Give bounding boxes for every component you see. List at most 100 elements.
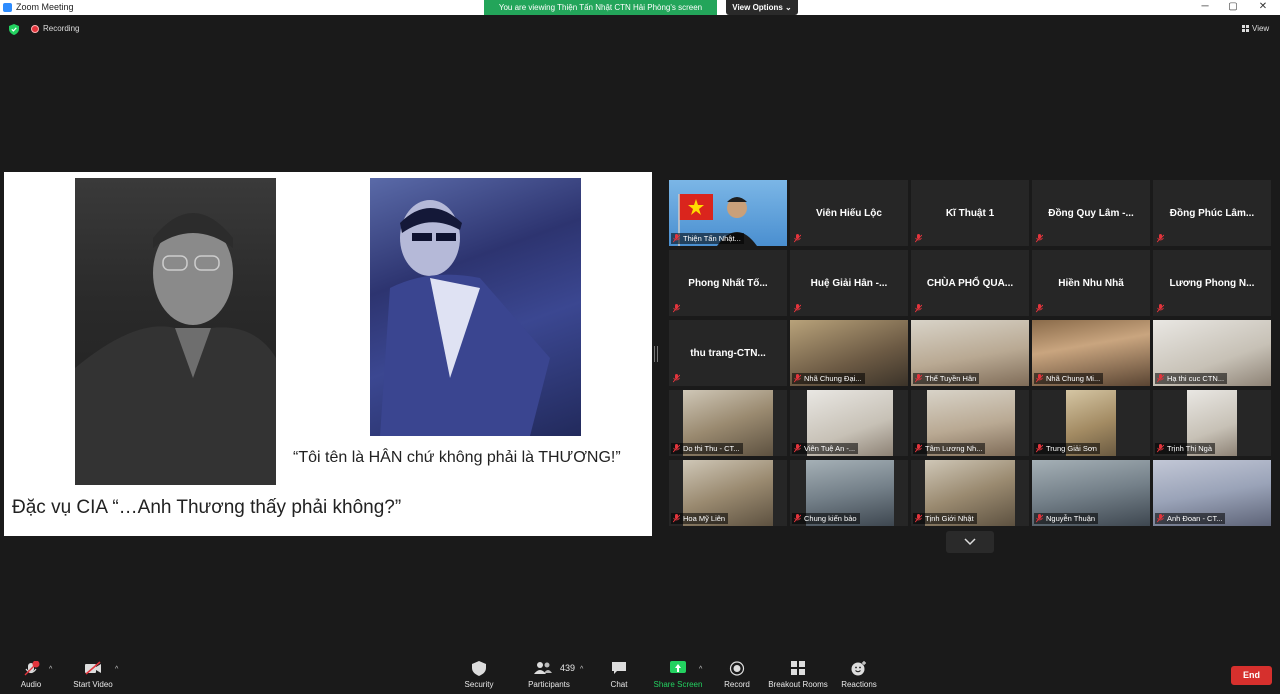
portrait-photo-man-seated <box>370 178 581 436</box>
participant-tile[interactable]: Hoa Mỹ Liên <box>669 460 787 526</box>
minimize-icon[interactable]: ─ <box>1198 1 1212 12</box>
breakout-rooms-button[interactable]: Breakout Rooms <box>766 654 830 694</box>
participant-tile[interactable]: Trung Giải Sơn <box>1032 390 1150 456</box>
microphone-muted-icon <box>1036 374 1043 383</box>
reactions-label: Reactions <box>841 680 877 689</box>
title-bar: Zoom Meeting You are viewing Thiện Tấn N… <box>0 0 1280 15</box>
microphone-muted-icon <box>794 514 801 523</box>
caption-left: Đặc vụ CIA “…Anh Thương thấy phải không?… <box>12 497 402 518</box>
participant-name: Viên Hiếu Lộc <box>816 208 882 219</box>
maximize-icon[interactable]: ▢ <box>1226 1 1240 12</box>
participant-tile[interactable]: Lương Phong N... <box>1153 250 1271 316</box>
share-screen-icon <box>670 661 686 673</box>
recording-label[interactable]: Recording <box>43 24 79 33</box>
participant-tile[interactable]: Nguyễn Thuận <box>1032 460 1150 526</box>
security-button[interactable]: Security <box>460 654 498 694</box>
participant-tile[interactable]: CHÙA PHỔ QUA... <box>911 250 1029 316</box>
participant-tile[interactable]: Tâm Lương Nh... <box>911 390 1029 456</box>
microphone-muted-icon <box>915 234 922 243</box>
next-page-button[interactable] <box>946 531 994 553</box>
microphone-muted-icon <box>794 304 801 313</box>
participants-icon <box>534 662 552 674</box>
participant-tile[interactable]: Viên Hiếu Lộc <box>790 180 908 246</box>
participant-tile[interactable]: Nhã Chung Mi... <box>1032 320 1150 386</box>
microphone-muted-icon <box>1157 514 1164 523</box>
microphone-muted-icon <box>1157 234 1164 243</box>
participant-tile[interactable]: Kĩ Thuật 1 <box>911 180 1029 246</box>
portrait-photo-cia-agent <box>75 178 276 485</box>
microphone-muted-icon <box>794 374 801 383</box>
participant-tile[interactable]: Thể Tuyền Hân <box>911 320 1029 386</box>
microphone-muted-icon <box>794 234 801 243</box>
shared-screen: “Tôi tên là HÂN chứ không phải là THƯƠNG… <box>4 172 652 536</box>
recording-icon <box>31 25 39 33</box>
microphone-muted-icon <box>673 444 680 453</box>
participant-tile[interactable]: Viên Tuệ An -... <box>790 390 908 456</box>
reactions-button[interactable]: Reactions <box>840 654 878 694</box>
close-icon[interactable]: ✕ <box>1256 1 1270 12</box>
participant-tile[interactable]: Hiền Nhu Nhã <box>1032 250 1150 316</box>
participant-name: Trung Giải Sơn <box>1034 443 1100 454</box>
participant-tile[interactable]: Đồng Phúc Lâm... <box>1153 180 1271 246</box>
microphone-muted-icon <box>1036 304 1043 313</box>
participant-name: Đồng Phúc Lâm... <box>1169 208 1255 219</box>
participant-name: Viên Tuệ An -... <box>792 443 859 454</box>
participant-tile[interactable]: Nhã Chung Đại... <box>790 320 908 386</box>
participant-tile[interactable]: Phong Nhất Tố... <box>669 250 787 316</box>
participant-tile[interactable]: Huệ Giải Hân -... <box>790 250 908 316</box>
participant-name: Do thi Thu - CT... <box>671 443 743 454</box>
window-title: Zoom Meeting <box>16 2 74 12</box>
participant-tile[interactable]: thu trang-CTN... <box>669 320 787 386</box>
microphone-muted-icon <box>1036 444 1043 453</box>
microphone-muted-icon <box>1157 304 1164 313</box>
participant-name: Anh Đoan - CT... <box>1155 513 1226 524</box>
participants-options-caret-icon[interactable]: ^ <box>580 666 583 673</box>
audio-label: Audio <box>20 680 42 689</box>
participant-name: Huệ Giải Hân -... <box>810 278 888 289</box>
end-meeting-button[interactable]: End <box>1231 666 1272 685</box>
microphone-muted-icon <box>915 304 922 313</box>
participant-name: Lương Phong N... <box>1169 278 1255 289</box>
participant-tile[interactable]: Tịnh Giới Nhật <box>911 460 1029 526</box>
participant-name: Đồng Quy Lâm -... <box>1048 208 1134 219</box>
microphone-muted-icon <box>673 374 680 383</box>
microphone-muted-icon <box>915 444 922 453</box>
start-video-button[interactable]: Start Video <box>70 654 116 694</box>
security-shield-icon <box>472 661 486 676</box>
share-options-caret-icon[interactable]: ^ <box>699 666 702 673</box>
viewing-banner: You are viewing Thiện Tấn Nhật CTN Hải P… <box>484 0 717 15</box>
participant-tile[interactable]: Hạ thi cuc CTN... <box>1153 320 1271 386</box>
participant-name: Kĩ Thuật 1 <box>945 208 995 219</box>
caption-right: “Tôi tên là HÂN chứ không phải là THƯƠNG… <box>293 449 621 466</box>
video-options-caret-icon[interactable]: ^ <box>115 666 118 673</box>
encryption-shield-icon[interactable] <box>9 24 19 35</box>
participant-name: thu trang-CTN... <box>690 348 766 359</box>
record-button[interactable]: Record <box>720 654 754 694</box>
participant-tile[interactable]: Do thi Thu - CT... <box>669 390 787 456</box>
participant-tile[interactable]: Anh Đoan - CT... <box>1153 460 1271 526</box>
view-label: View <box>1252 24 1270 33</box>
participant-name: Chung kiến bảo <box>792 513 860 524</box>
view-options-button[interactable]: View Options ⌄ <box>726 0 798 15</box>
share-screen-label: Share Screen <box>653 680 703 689</box>
participant-tile[interactable]: Đồng Quy Lâm -... <box>1032 180 1150 246</box>
record-label: Record <box>724 680 750 689</box>
participant-tile[interactable]: Chung kiến bảo <box>790 460 908 526</box>
participants-label: Participants <box>528 680 570 689</box>
participant-tile[interactable]: Trịnh Thị Ngà <box>1153 390 1271 456</box>
microphone-muted-icon <box>794 444 801 453</box>
microphone-muted-icon <box>24 661 40 676</box>
chat-button[interactable]: Chat <box>604 654 634 694</box>
microphone-muted-icon <box>673 234 680 243</box>
panel-splitter-handle[interactable] <box>654 346 658 362</box>
participants-button[interactable]: Participants <box>524 654 574 694</box>
view-layout-button[interactable]: View <box>1242 24 1269 33</box>
share-screen-button[interactable]: Share Screen <box>652 654 704 694</box>
participant-name: Hạ thi cuc CTN... <box>1155 373 1228 384</box>
microphone-muted-icon <box>915 374 922 383</box>
participant-tile[interactable]: Thiện Tấn Nhật... <box>669 180 787 246</box>
audio-button[interactable]: Audio <box>14 654 48 694</box>
audio-options-caret-icon[interactable]: ^ <box>49 666 52 673</box>
security-label: Security <box>464 680 494 689</box>
record-icon <box>729 661 745 676</box>
